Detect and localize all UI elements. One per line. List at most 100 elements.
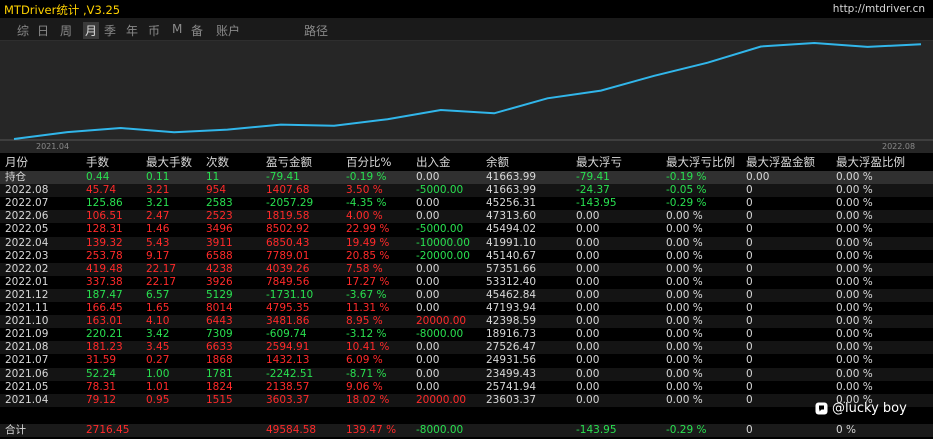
- cell-6: 0.00: [416, 380, 440, 393]
- table-row[interactable]: 2022.08 45.74 3.21 954 1407.68 3.50 % -5000.00…: [0, 184, 933, 198]
- cell-8: -143.95: [576, 197, 617, 210]
- cell-3: 3496: [206, 223, 233, 236]
- cell-0: 合计: [5, 424, 26, 436]
- cell-4: 盈亏金额: [266, 155, 312, 169]
- table-row[interactable]: 持仓 0.44 0.11 11 -79.41 -0.19 % 0.00 41663.99 -79…: [0, 171, 933, 184]
- cell-0: 2021.05: [5, 380, 49, 393]
- cell-7: 47313.60: [486, 210, 537, 223]
- table-row[interactable]: 2022.03 253.78 9.17 6588 7789.01 20.85 % -2000…: [0, 250, 933, 263]
- cell-4: 1432.13: [266, 354, 310, 367]
- cell-11: 0.00 %: [836, 380, 873, 393]
- cell-5: 百分比%: [346, 155, 392, 169]
- website-link[interactable]: http://mtdriver.cn: [833, 3, 925, 15]
- tab-0[interactable]: 综: [17, 22, 29, 39]
- cell-0: 2022.02: [5, 262, 49, 275]
- cell-2: 3.21: [146, 184, 170, 197]
- cell-5: -3.67 %: [346, 288, 387, 301]
- cell-3: 954: [206, 184, 227, 197]
- table-row[interactable]: 2022.04 139.32 5.43 3911 6850.43 19.49 % -1000…: [0, 236, 933, 250]
- cell-1: 125.86: [86, 197, 123, 210]
- cell-3: 3911: [206, 236, 233, 249]
- cell-10: 0: [746, 210, 753, 223]
- tab-7[interactable]: M: [172, 22, 182, 36]
- cell-9: 0.00 %: [666, 262, 703, 275]
- cell-4: -609.74: [266, 328, 307, 341]
- cell-10: 0: [746, 328, 753, 341]
- table-row[interactable]: 2021.11 166.45 1.65 8014 4795.35 11.31 % 0.00 4…: [0, 302, 933, 315]
- cell-10: 0: [746, 354, 753, 367]
- cell-11: 最大浮盈比例: [836, 155, 905, 169]
- cell-10: 0: [746, 184, 753, 197]
- table-row[interactable]: 2022.05 128.31 1.46 3496 8502.92 22.99 % -5000…: [0, 223, 933, 236]
- cell-1: 337.38: [86, 275, 123, 288]
- cell-10: 0.00: [746, 171, 770, 183]
- table-row[interactable]: 2021.04 79.12 0.95 1515 3603.37 18.02 % 20000.…: [0, 393, 933, 407]
- cell-0: 2021.10: [5, 315, 49, 328]
- cell-4: 4795.35: [266, 302, 310, 314]
- cell-9: -0.29 %: [666, 197, 707, 210]
- tab-6[interactable]: 币: [148, 22, 160, 39]
- cell-0: 2021.04: [5, 393, 49, 406]
- cell-0: 2021.12: [5, 288, 49, 301]
- cell-6: 0.00: [416, 367, 440, 380]
- table-row[interactable]: 2022.06 106.51 2.47 2523 1819.58 4.00 % 0.00 47…: [0, 210, 933, 224]
- cell-1: 166.45: [86, 302, 123, 314]
- tab-3[interactable]: 月: [83, 22, 100, 39]
- cell-3: 5129: [206, 288, 233, 301]
- cell-4: 8502.92: [266, 223, 310, 236]
- cell-1: 106.51: [86, 210, 123, 223]
- cell-2: 0.11: [146, 171, 170, 183]
- table-header-row[interactable]: 月份 手数 最大手数 次数 盈亏金额 百分比% 出入金 余额 最大浮亏 最大浮亏比例 最大浮盈金额 最…: [0, 156, 933, 169]
- table-row[interactable]: 2022.07 125.86 3.21 2583 -2057.29 -4.35 % 0.00…: [0, 197, 933, 210]
- cell-10: 0: [746, 249, 753, 262]
- cell-10: 0: [746, 236, 753, 249]
- tab-10[interactable]: 路径: [304, 22, 328, 39]
- table-row[interactable]: 2021.10 163.01 4.10 6443 3481.86 8.95 % 20000.…: [0, 315, 933, 329]
- cell-0: 月份: [5, 155, 28, 169]
- cell-2: 1.46: [146, 223, 170, 236]
- table-total-row[interactable]: 合计 2716.45 49584.58 139.47 % -8000.00 -143.95…: [0, 424, 933, 437]
- table-row[interactable]: 2021.08 181.23 3.45 6633 2594.91 10.41 % 0.00 2…: [0, 341, 933, 355]
- cell-3: 6633: [206, 341, 233, 354]
- table-row[interactable]: 2022.01 337.38 22.17 3926 7849.56 17.27 % 0.00…: [0, 276, 933, 289]
- table-row[interactable]: 2022.02 419.48 22.17 4238 4039.26 7.58 % 0.00 5…: [0, 262, 933, 276]
- cell-3: 4238: [206, 262, 233, 275]
- cell-9: 0.00 %: [666, 341, 703, 354]
- cell-5: -8.71 %: [346, 367, 387, 380]
- cell-11: 0.00 %: [836, 197, 873, 210]
- cell-6: 0.00: [416, 262, 440, 275]
- cell-11: 0.00 %: [836, 236, 873, 249]
- tab-4[interactable]: 季: [104, 22, 116, 39]
- tab-5[interactable]: 年: [126, 22, 138, 39]
- cell-4: 49584.58: [266, 424, 317, 436]
- tab-2[interactable]: 周: [60, 22, 72, 39]
- tab-9[interactable]: 账户: [216, 22, 240, 39]
- cell-2: 3.42: [146, 328, 170, 341]
- cell-3: 11: [206, 171, 220, 183]
- cell-4: 1819.58: [266, 210, 310, 223]
- cell-0: 2022.04: [5, 236, 49, 249]
- cell-9: 0.00 %: [666, 236, 703, 249]
- cell-6: -5000.00: [416, 223, 464, 236]
- cell-3: 次数: [206, 155, 229, 169]
- tab-1[interactable]: 日: [37, 22, 49, 39]
- cell-0: 2021.07: [5, 354, 49, 367]
- table-row[interactable]: 2021.05 78.31 1.01 1824 2138.57 9.06 % 0.00 257…: [0, 381, 933, 394]
- tab-8[interactable]: 备: [191, 22, 203, 39]
- table-row[interactable]: 2021.06 52.24 1.00 1781 -2242.51 -8.71 % 0.00 2…: [0, 367, 933, 381]
- table-row[interactable]: 2021.09 220.21 3.42 7309 -609.74 -3.12 % -8000…: [0, 328, 933, 341]
- cell-7: 41663.99: [486, 171, 537, 183]
- cell-6: 0.00: [416, 354, 440, 367]
- cell-5: 8.95 %: [346, 315, 383, 328]
- cell-4: -1731.10: [266, 288, 314, 301]
- cell-2: 5.43: [146, 236, 170, 249]
- cell-10: 0: [746, 288, 753, 301]
- cell-9: 0.00 %: [666, 210, 703, 223]
- cell-6: 20000.00: [416, 393, 467, 406]
- watermark-text: @lucky boy: [832, 401, 907, 416]
- cell-7: 45140.67: [486, 249, 537, 262]
- table-row[interactable]: 2021.12 187.47 6.57 5129 -1731.10 -3.67 % 0.00…: [0, 288, 933, 302]
- table-row[interactable]: 2021.07 31.59 0.27 1868 1432.13 6.09 % 0.00 249…: [0, 354, 933, 367]
- cell-11: 0.00 %: [836, 184, 873, 197]
- cell-8: 0.00: [576, 380, 600, 393]
